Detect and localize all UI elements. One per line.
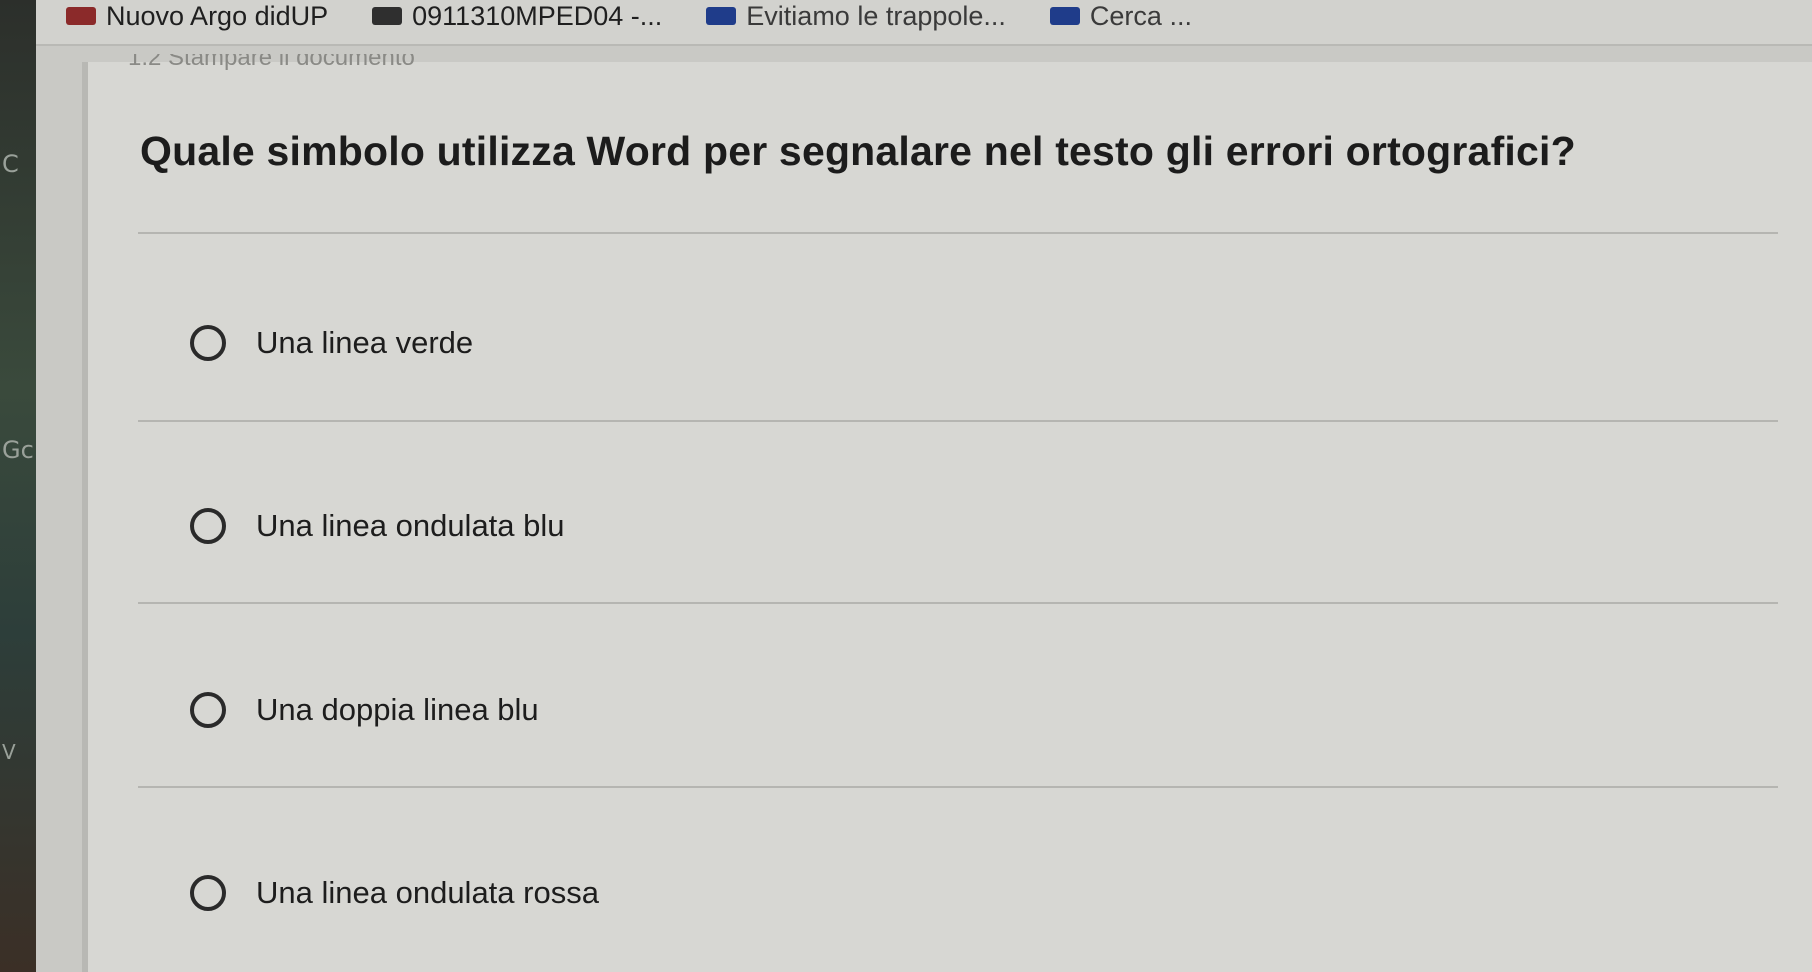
- divider: [138, 602, 1778, 604]
- answer-option-3[interactable]: Una doppia linea blu: [190, 692, 539, 728]
- answer-option-4[interactable]: Una linea ondulata rossa: [190, 875, 599, 911]
- section-heading: 1.2 Stampare il documento: [128, 54, 415, 71]
- answer-option-2[interactable]: Una linea ondulata blu: [190, 508, 565, 544]
- bookmark-label: Nuovo Argo didUP: [106, 0, 329, 31]
- divider: [138, 420, 1778, 422]
- bookmark-evitiamo-le-trappole[interactable]: Evitiamo le trappole...: [676, 0, 1020, 38]
- radio-button[interactable]: [190, 692, 226, 728]
- background-text-fragment: V: [2, 740, 16, 764]
- background-text-fragment: C: [2, 150, 19, 178]
- argo-favicon-icon: [66, 7, 96, 25]
- bookmark-0911310mped04[interactable]: 0911310MPED04 -...: [342, 0, 676, 38]
- radio-button[interactable]: [190, 508, 226, 544]
- background-window-edge: C Gc V: [0, 0, 36, 972]
- answer-option-1[interactable]: Una linea verde: [190, 325, 473, 361]
- option-label: Una linea ondulata rossa: [256, 875, 599, 910]
- radio-button[interactable]: [190, 875, 226, 911]
- bookmark-cerca[interactable]: Cerca ...: [1020, 0, 1206, 38]
- folder-favicon-icon: [372, 7, 403, 25]
- background-text-fragment: Gc: [2, 436, 34, 464]
- bookmark-argo-didup[interactable]: Nuovo Argo didUP: [36, 0, 342, 38]
- divider: [138, 786, 1778, 788]
- question-title: Quale simbolo utilizza Word per segnalar…: [140, 128, 1576, 174]
- divider: [138, 232, 1778, 234]
- bookmark-label: Cerca ...: [1089, 0, 1192, 31]
- radio-button[interactable]: [190, 325, 226, 361]
- option-label: Una doppia linea blu: [256, 692, 539, 727]
- jw-favicon-icon: [1049, 7, 1080, 25]
- jw-favicon-icon: [706, 7, 737, 25]
- bookmarks-bar: Nuovo Argo didUP 0911310MPED04 -... Evit…: [36, 0, 1812, 46]
- bookmark-label: Evitiamo le trappole...: [746, 0, 1006, 31]
- option-label: Una linea ondulata blu: [256, 508, 565, 543]
- option-label: Una linea verde: [256, 325, 474, 360]
- bookmark-label: 0911310MPED04 -...: [412, 0, 663, 31]
